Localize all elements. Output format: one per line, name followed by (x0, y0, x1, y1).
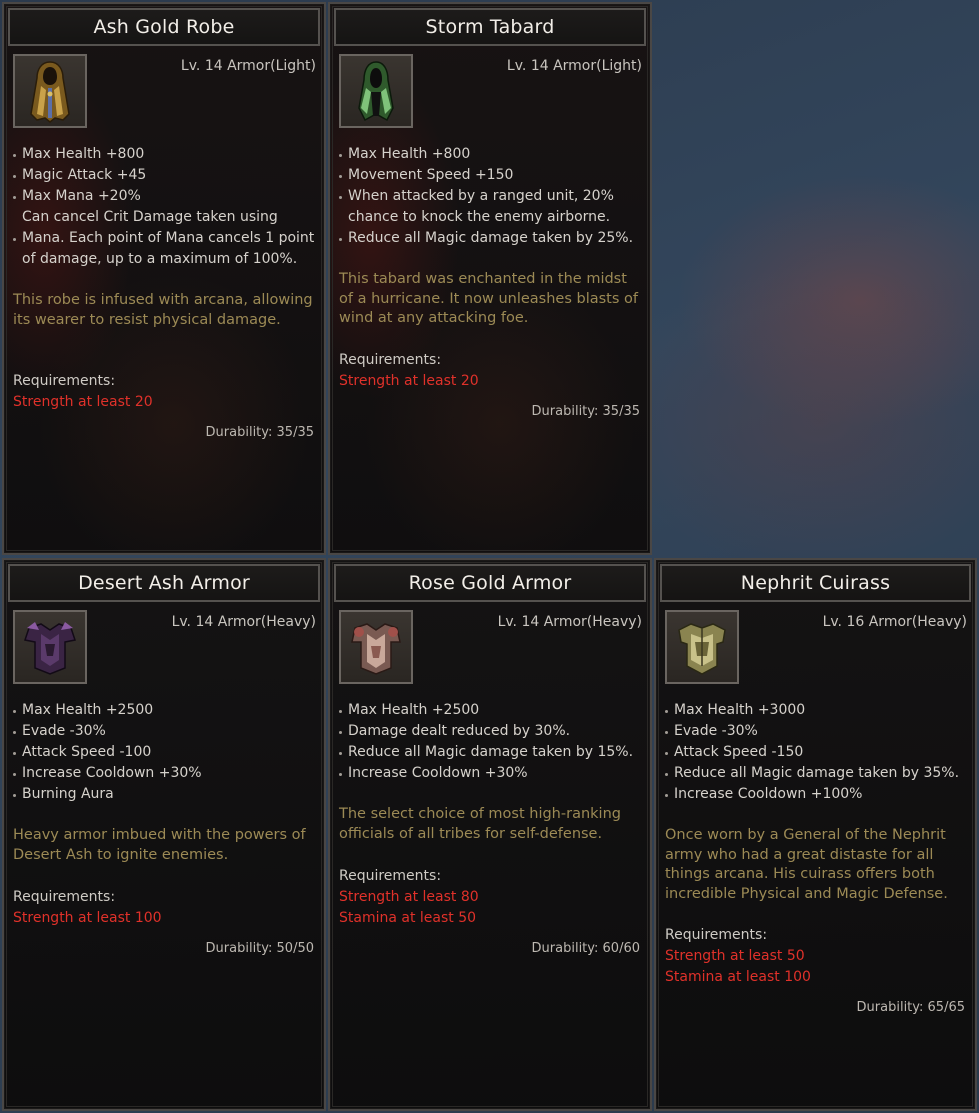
stat-line: Evade -30% (665, 721, 969, 742)
durability: Durability: 65/65 (856, 1000, 965, 1015)
requirement-line: Strength at least 20 (339, 373, 479, 389)
stat-line: Attack Speed -100 (13, 742, 318, 763)
item-description: Heavy armor imbued with the powers of De… (13, 827, 306, 863)
item-title-text: Nephrit Cuirass (740, 572, 891, 594)
requirements-label: Requirements: (13, 889, 116, 905)
stat-line: of damage, up to a maximum of 100%. (22, 251, 298, 267)
item-title-text: Desert Ash Armor (78, 572, 250, 594)
item-title: Nephrit Cuirass (660, 564, 971, 602)
heavy-armor-rose-icon (339, 610, 413, 684)
item-title-text: Storm Tabard (425, 16, 555, 38)
robe-icon (13, 54, 87, 128)
stat-line: Max Health +800 (13, 144, 318, 165)
stat-line: Damage dealt reduced by 30%. (339, 721, 644, 742)
stat-line: Attack Speed -150 (665, 742, 969, 763)
stat-line: Max Health +2500 (13, 700, 318, 721)
item-title: Desert Ash Armor (8, 564, 320, 602)
item-title-text: Rose Gold Armor (408, 572, 572, 594)
item-title: Storm Tabard (334, 8, 646, 46)
stat-list: Max Health +800 Movement Speed +150 When… (339, 144, 644, 249)
durability: Durability: 35/35 (205, 425, 314, 440)
stat-line: Mana. Each point of Mana cancels 1 point (13, 228, 318, 249)
stat-line: Reduce all Magic damage taken by 15%. (339, 742, 644, 763)
stat-line: Can cancel Crit Damage taken using (22, 209, 278, 225)
stat-line: Max Mana +20% (13, 186, 318, 207)
item-card-nephrit-cuirass: Nephrit Cuirass Lv. 16 Armor(Heavy) Max … (654, 558, 977, 1111)
tabard-icon (339, 54, 413, 128)
requirement-line: Strength at least 100 (13, 910, 162, 926)
requirements-label: Requirements: (339, 352, 442, 368)
stat-list: Max Health +3000 Evade -30% Attack Speed… (665, 700, 969, 805)
item-description: This tabard was enchanted in the midst o… (339, 271, 638, 326)
stat-line: Increase Cooldown +30% (339, 763, 644, 784)
tooltip-stage: Ash Gold Robe Lv. 14 Armor(Light) Max He… (0, 0, 979, 1113)
item-description: The select choice of most high-ranking o… (339, 806, 621, 842)
durability: Durability: 35/35 (531, 404, 640, 419)
item-level: Lv. 14 Armor(Light) (180, 58, 316, 74)
item-level: Lv. 14 Armor(Heavy) (497, 614, 642, 630)
stat-line: Max Health +2500 (339, 700, 644, 721)
requirement-line: Strength at least 20 (13, 394, 153, 410)
stat-list: Max Health +2500 Evade -30% Attack Speed… (13, 700, 318, 805)
item-description: Once worn by a General of the Nephrit ar… (665, 827, 948, 902)
cuirass-icon (665, 610, 739, 684)
item-card-ash-gold-robe: Ash Gold Robe Lv. 14 Armor(Light) Max He… (2, 2, 326, 555)
stat-line: Magic Attack +45 (13, 165, 318, 186)
item-level: Lv. 16 Armor(Heavy) (822, 614, 967, 630)
stat-line: Max Health +800 (339, 144, 644, 165)
stat-line: Reduce all Magic damage taken by 35%. (665, 763, 969, 784)
item-card-rose-gold-armor: Rose Gold Armor Lv. 14 Armor(Heavy) Max … (328, 558, 652, 1111)
durability: Durability: 50/50 (205, 941, 314, 956)
item-description: This robe is infused with arcana, allowi… (13, 292, 313, 328)
item-title: Rose Gold Armor (334, 564, 646, 602)
requirement-line: Stamina at least 50 (339, 910, 477, 926)
requirement-line: Strength at least 80 (339, 889, 479, 905)
item-level: Lv. 14 Armor(Heavy) (171, 614, 316, 630)
stat-line: Movement Speed +150 (339, 165, 644, 186)
stat-line: Increase Cooldown +100% (665, 784, 969, 805)
stat-line: chance to knock the enemy airborne. (348, 209, 611, 225)
stat-line: Reduce all Magic damage taken by 25%. (339, 228, 644, 249)
requirements-label: Requirements: (13, 373, 116, 389)
stat-list: Max Health +800 Magic Attack +45 Max Man… (13, 144, 318, 270)
requirement-line: Stamina at least 100 (665, 969, 811, 985)
requirements-label: Requirements: (665, 927, 768, 943)
item-card-desert-ash-armor: Desert Ash Armor Lv. 14 Armor(Heavy) Max… (2, 558, 326, 1111)
item-level: Lv. 14 Armor(Light) (506, 58, 642, 74)
stat-line: Max Health +3000 (665, 700, 969, 721)
requirements-label: Requirements: (339, 868, 442, 884)
durability: Durability: 60/60 (531, 941, 640, 956)
stat-line: Burning Aura (13, 784, 318, 805)
requirement-line: Strength at least 50 (665, 948, 805, 964)
stat-line: When attacked by a ranged unit, 20% (339, 186, 644, 207)
item-title-text: Ash Gold Robe (93, 16, 235, 38)
stat-list: Max Health +2500 Damage dealt reduced by… (339, 700, 644, 784)
stat-line: Evade -30% (13, 721, 318, 742)
stat-line: Increase Cooldown +30% (13, 763, 318, 784)
heavy-armor-dark-icon (13, 610, 87, 684)
item-title: Ash Gold Robe (8, 8, 320, 46)
item-card-storm-tabard: Storm Tabard Lv. 14 Armor(Light) Max Hea… (328, 2, 652, 555)
